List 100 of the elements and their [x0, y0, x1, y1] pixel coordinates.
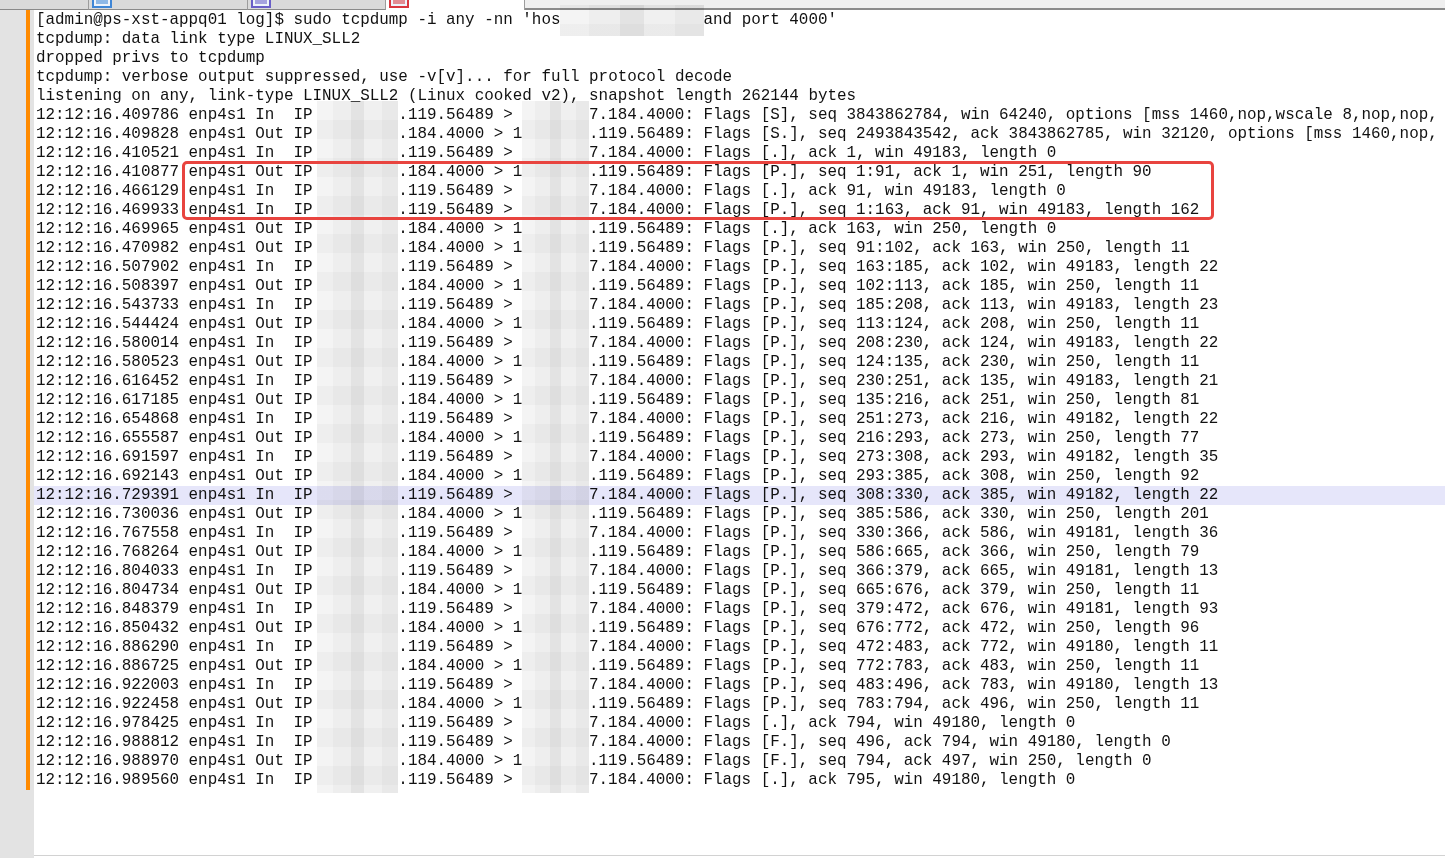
packet-info: Flags [.], ack 795, win 49180, length 0: [703, 771, 1076, 790]
direction: Out: [255, 315, 284, 334]
interface-name: enp4s1: [188, 733, 246, 752]
source-address: .119.56489 >: [398, 296, 513, 315]
direction: Out: [255, 277, 284, 296]
source-address: .119.56489 >: [398, 676, 513, 695]
interface-name: enp4s1: [188, 258, 246, 277]
direction: In: [255, 334, 275, 353]
destination-address: .119.56489:: [589, 619, 694, 638]
destination-address: .119.56489:: [589, 125, 694, 144]
packet-info: Flags [P.], seq 251:273, ack 216, win 49182, length 22: [703, 410, 1219, 429]
timestamp: 12:12:16.767558: [36, 524, 180, 543]
protocol: IP: [293, 391, 313, 410]
destination-address: .119.56489:: [589, 695, 694, 714]
protocol: IP: [293, 581, 313, 600]
packet-info: Flags [P.], seq 91:102, ack 163, win 250, length 11: [703, 239, 1190, 258]
interface-name: enp4s1: [188, 562, 246, 581]
destination-address: .119.56489:: [589, 239, 694, 258]
timestamp: 12:12:16.469933: [36, 201, 180, 220]
destination-address: 7.184.4000:: [589, 106, 694, 125]
interface-name: enp4s1: [188, 543, 246, 562]
source-address: .119.56489 >: [398, 638, 513, 657]
destination-address: .119.56489:: [589, 220, 694, 239]
interface-name: enp4s1: [188, 486, 246, 505]
timestamp: 12:12:16.989560: [36, 771, 180, 790]
protocol: IP: [293, 714, 313, 733]
source-address: .184.4000 > 1: [398, 619, 523, 638]
timestamp: 12:12:16.469965: [36, 220, 180, 239]
source-address: .184.4000 > 1: [398, 581, 523, 600]
interface-name: enp4s1: [188, 239, 246, 258]
source-address: .184.4000 > 1: [398, 353, 523, 372]
timestamp: 12:12:16.850432: [36, 619, 180, 638]
source-address: .184.4000 > 1: [398, 125, 523, 144]
source-address: .119.56489 >: [398, 258, 513, 277]
tab[interactable]: [0, 0, 89, 10]
interface-name: enp4s1: [188, 657, 246, 676]
source-address: .184.4000 > 1: [398, 752, 523, 771]
source-address: .184.4000 > 1: [398, 429, 523, 448]
packet-info: Flags [P.], seq 230:251, ack 135, win 49183, length 21: [703, 372, 1219, 391]
packet-info: Flags [P.], seq 185:208, ack 113, win 49183, length 23: [703, 296, 1219, 315]
source-address: .184.4000 > 1: [398, 543, 523, 562]
interface-name: enp4s1: [188, 714, 246, 733]
source-address: .119.56489 >: [398, 372, 513, 391]
protocol: IP: [293, 448, 313, 467]
protocol: IP: [293, 657, 313, 676]
destination-address: .119.56489:: [589, 581, 694, 600]
timestamp: 12:12:16.692143: [36, 467, 180, 486]
destination-address: 7.184.4000:: [589, 410, 694, 429]
direction: In: [255, 144, 275, 163]
timestamp: 12:12:16.922458: [36, 695, 180, 714]
source-address: .119.56489 >: [398, 182, 513, 201]
direction: In: [255, 372, 275, 391]
direction: In: [255, 524, 275, 543]
packet-info: Flags [P.], seq 483:496, ack 783, win 49180, length 13: [703, 676, 1219, 695]
protocol: IP: [293, 600, 313, 619]
timestamp: 12:12:16.507902: [36, 258, 180, 277]
timestamp: 12:12:16.848379: [36, 600, 180, 619]
direction: Out: [255, 239, 284, 258]
protocol: IP: [293, 638, 313, 657]
interface-name: enp4s1: [188, 125, 246, 144]
source-address: .119.56489 >: [398, 410, 513, 429]
protocol: IP: [293, 524, 313, 543]
destination-address: 7.184.4000:: [589, 676, 694, 695]
packet-info: Flags [P.], seq 273:308, ack 293, win 49182, length 35: [703, 448, 1219, 467]
interface-name: enp4s1: [188, 163, 246, 182]
direction: Out: [255, 220, 284, 239]
tab[interactable]: [89, 0, 248, 10]
interface-name: enp4s1: [188, 581, 246, 600]
protocol: IP: [293, 258, 313, 277]
source-address: .184.4000 > 1: [398, 391, 523, 410]
interface-name: enp4s1: [188, 410, 246, 429]
direction: In: [255, 714, 275, 733]
log-text: listening on any, link-type LINUX_SLL2 (Linux cooked v2), snapshot length 262144 bytes: [36, 87, 857, 106]
direction: In: [255, 448, 275, 467]
timestamp: 12:12:16.409786: [36, 106, 180, 125]
interface-name: enp4s1: [188, 106, 246, 125]
destination-address: 7.184.4000:: [589, 771, 694, 790]
protocol: IP: [293, 619, 313, 638]
destination-address: .119.56489:: [589, 429, 694, 448]
direction: Out: [255, 657, 284, 676]
protocol: IP: [293, 125, 313, 144]
tab[interactable]: [386, 0, 525, 10]
packet-info: Flags [P.], seq 1:163, ack 91, win 49183, length 162: [703, 201, 1200, 220]
packet-info: Flags [.], ack 91, win 49183, length 0: [703, 182, 1066, 201]
packet-info: Flags [S], seq 3843862784, win 64240, options [mss 1460,nop,wscale 8,nop,nop,: [703, 106, 1438, 125]
protocol: IP: [293, 771, 313, 790]
interface-name: enp4s1: [188, 600, 246, 619]
packet-info: Flags [P.], seq 772:783, ack 483, win 250, length 11: [703, 657, 1200, 676]
direction: In: [255, 182, 275, 201]
timestamp: 12:12:16.544424: [36, 315, 180, 334]
interface-name: enp4s1: [188, 448, 246, 467]
tab[interactable]: [248, 0, 386, 10]
destination-address: .119.56489:: [589, 163, 694, 182]
packet-info: Flags [P.], seq 124:135, ack 230, win 250, length 11: [703, 353, 1200, 372]
direction: In: [255, 676, 275, 695]
source-address: .119.56489 >: [398, 524, 513, 543]
protocol: IP: [293, 201, 313, 220]
source-address: .119.56489 >: [398, 771, 513, 790]
source-address: .184.4000 > 1: [398, 505, 523, 524]
direction: Out: [255, 581, 284, 600]
